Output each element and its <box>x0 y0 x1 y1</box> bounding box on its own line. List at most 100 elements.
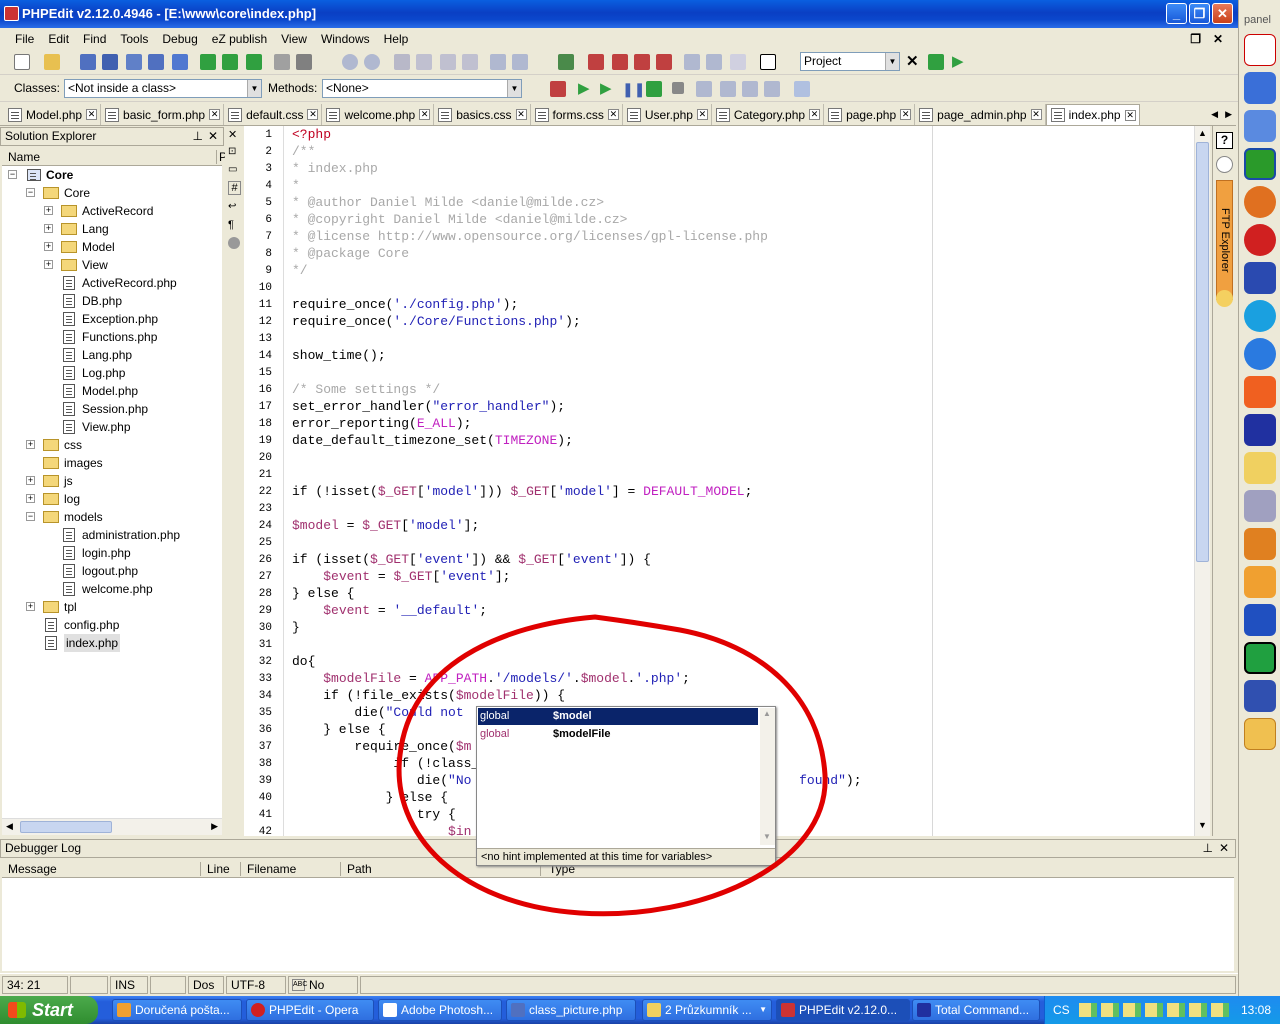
pdf-icon[interactable] <box>1244 34 1276 66</box>
tree-item[interactable]: log <box>64 490 80 508</box>
collapse-icon[interactable]: − <box>26 188 35 197</box>
task-class-picture[interactable]: class_picture.php <box>506 999 636 1021</box>
cut-icon[interactable] <box>394 54 410 70</box>
tree-hscrollbar[interactable]: ◀ ▶ <box>2 818 222 835</box>
tree-item[interactable]: tpl <box>64 598 77 616</box>
tree-item[interactable]: Core <box>64 184 90 202</box>
sync-icon[interactable] <box>222 54 238 70</box>
word-wrap-icon[interactable]: ↩ <box>228 201 236 212</box>
close-editor-icon[interactable]: ✕ <box>228 128 237 141</box>
debug-run-icon[interactable]: ▶ <box>578 81 594 97</box>
toggle-whitespace-icon[interactable]: ▭ <box>228 164 237 175</box>
network-icon[interactable] <box>1244 110 1276 142</box>
save-all-icon[interactable] <box>102 54 118 70</box>
project-combo[interactable]: Project ▼ <box>800 52 900 71</box>
run-icon[interactable]: ▶ <box>952 54 968 70</box>
task-total-commander[interactable]: Total Command... <box>912 999 1040 1021</box>
tree-item[interactable]: Lang <box>82 220 109 238</box>
next-bookmark-icon[interactable] <box>634 54 650 70</box>
close-tab-icon[interactable]: ✕ <box>86 109 98 120</box>
refresh-icon[interactable] <box>200 54 216 70</box>
pin-icon[interactable]: ⊥ <box>1203 840 1213 857</box>
close-tab-icon[interactable]: ✕ <box>209 109 221 120</box>
tree-item[interactable]: welcome.php <box>82 580 153 598</box>
tools-icon[interactable] <box>1244 680 1276 712</box>
tab-scroll-right-icon[interactable]: ▶ <box>1225 109 1232 120</box>
delete-icon[interactable] <box>462 54 478 70</box>
tree-item[interactable]: Exception.php <box>82 310 158 328</box>
close-file-icon[interactable] <box>148 54 164 70</box>
monitor-icon[interactable] <box>1244 490 1276 522</box>
expand-icon[interactable]: + <box>26 602 35 611</box>
firefox-icon[interactable] <box>1244 186 1276 218</box>
collapse-icon[interactable]: − <box>8 170 17 179</box>
eye-icon[interactable] <box>1244 642 1276 674</box>
print-preview-icon[interactable] <box>274 54 290 70</box>
windows-icon[interactable] <box>1244 452 1276 484</box>
expand-icon[interactable]: + <box>44 206 53 215</box>
close-tab-icon[interactable]: ✕ <box>696 109 708 120</box>
tree-item[interactable]: Log.php <box>82 364 125 382</box>
scroll-down-icon[interactable]: ▼ <box>1198 820 1207 830</box>
tree-item[interactable]: Functions.php <box>82 328 157 346</box>
close-tab-icon[interactable]: ✕ <box>1030 109 1042 120</box>
menu-windows[interactable]: Windows <box>314 32 377 46</box>
pin-icon[interactable]: ⊥ <box>193 128 203 145</box>
menu-find[interactable]: Find <box>76 32 113 46</box>
tree-item[interactable]: Lang.php <box>82 346 132 364</box>
close-panel-icon[interactable]: ✕ <box>1219 840 1229 857</box>
close-panel-icon[interactable]: ✕ <box>208 128 218 145</box>
tab-basic-form-php[interactable]: basic_form.php ✕ <box>101 104 225 125</box>
task-mail[interactable]: Doručená pošta... <box>112 999 242 1021</box>
close-button[interactable]: ✕ <box>1212 3 1233 24</box>
bulb-icon[interactable] <box>1216 290 1233 307</box>
bookmark-icon[interactable] <box>588 54 604 70</box>
shield-icon[interactable] <box>1244 262 1276 294</box>
lock-icon[interactable] <box>228 237 240 249</box>
opera-icon[interactable] <box>1244 224 1276 256</box>
copy-icon[interactable] <box>416 54 432 70</box>
run-to-cursor-icon[interactable] <box>764 81 780 97</box>
expand-icon[interactable]: + <box>26 476 35 485</box>
clear-bookmarks-icon[interactable] <box>656 54 672 70</box>
tree-item[interactable]: View <box>82 256 108 274</box>
floppy-icon[interactable] <box>1244 414 1276 446</box>
step-out-icon[interactable] <box>742 81 758 97</box>
line-numbers-icon[interactable]: # <box>228 181 241 195</box>
tab-default-css[interactable]: default.css ✕ <box>224 104 323 125</box>
tree-item[interactable]: Model <box>82 238 115 256</box>
new-file-icon[interactable] <box>14 54 30 70</box>
tree-item[interactable]: DB.php <box>82 292 122 310</box>
spellcheck-icon[interactable] <box>730 54 746 70</box>
menu-ez-publish[interactable]: eZ publish <box>205 32 274 46</box>
outdent-icon[interactable] <box>512 54 528 70</box>
help-icon[interactable]: ? <box>1216 132 1233 149</box>
task-photoshop[interactable]: Adobe Photosh... <box>378 999 502 1021</box>
start-button[interactable]: Start <box>0 996 98 1024</box>
column-name[interactable]: Name <box>8 150 40 164</box>
menu-edit[interactable]: Edit <box>41 32 76 46</box>
prev-bookmark-icon[interactable] <box>612 54 628 70</box>
print-icon[interactable] <box>296 54 312 70</box>
tree-item[interactable]: Session.php <box>82 400 148 418</box>
tree-item[interactable]: css <box>64 436 82 454</box>
view-icon[interactable] <box>684 54 700 70</box>
mdi-close-icon[interactable]: ✕ <box>1206 32 1230 46</box>
tab-forms-css[interactable]: forms.css ✕ <box>531 104 623 125</box>
tab-model-php[interactable]: Model.php ✕ <box>4 104 102 125</box>
editor-vscrollbar[interactable]: ▲ ▼ <box>1194 126 1210 836</box>
tab-page-admin-php[interactable]: page_admin.php ✕ <box>915 104 1046 125</box>
tab-index-php[interactable]: index.php ✕ <box>1045 104 1140 125</box>
solution-tree[interactable]: − Core − Core + ActiveRecord + Lang + Model + View A… <box>2 166 222 818</box>
task-phpedit[interactable]: PHPEdit v2.12.0... <box>776 999 910 1021</box>
tab-page-php[interactable]: page.php ✕ <box>824 104 916 125</box>
tree-item[interactable]: ActiveRecord.php <box>82 274 177 292</box>
project-icon[interactable] <box>172 54 188 70</box>
scroll-up-icon[interactable]: ▲ <box>1198 128 1207 138</box>
close-tab-icon[interactable]: ✕ <box>900 109 912 120</box>
language-indicator[interactable]: CS <box>1053 996 1070 1024</box>
deploy-icon[interactable] <box>928 54 944 70</box>
close-tab-icon[interactable]: ✕ <box>515 109 527 120</box>
paragraph-icon[interactable]: ¶ <box>228 219 234 231</box>
tab-user-php[interactable]: User.php ✕ <box>623 104 712 125</box>
